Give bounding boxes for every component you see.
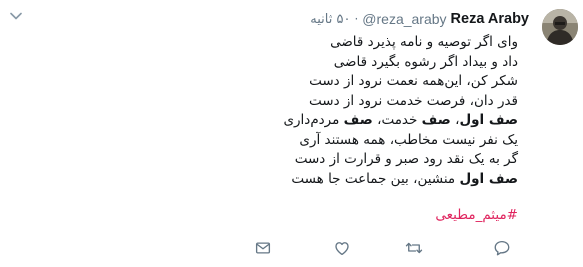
reply-icon — [494, 240, 510, 256]
tweet-text: وای اگر توصیه و نامه پذیرد قاضی داد و بید… — [98, 33, 518, 189]
tweet-text-segment: گر به یک نقد رود صبر و قرارت از دست — [294, 151, 518, 167]
tweet-actions — [0, 237, 583, 259]
tweet-header: Reza Araby @reza_araby · ۵۰ ثانیه — [310, 9, 529, 29]
tweet-text-segment: خدمت، — [372, 112, 422, 128]
tweet-text-segment: مردم‌داری — [283, 112, 344, 128]
tweet-text-segment: قدر دان، فرصت خدمت نرود از دست — [309, 92, 518, 109]
tweet-bold-text: صف اول — [459, 112, 518, 128]
tweet-timestamp[interactable]: ۵۰ ثانیه — [310, 12, 350, 27]
avatar[interactable] — [542, 9, 578, 45]
retweet-icon — [405, 242, 423, 254]
tweet-text-segment: وای اگر توصیه و نامه پذیرد قاضی — [330, 34, 518, 50]
tweet-text-segment: منشین، بین جماعت جا هست — [291, 170, 460, 187]
tweet-line: وای اگر توصیه و نامه پذیرد قاضی — [98, 33, 518, 53]
tweet-bold-text: صف — [343, 112, 373, 128]
tweet-line: گر به یک نقد رود صبر و قرارت از دست — [98, 150, 518, 170]
tweet-line: قدر دان، فرصت خدمت نرود از دست — [98, 92, 518, 112]
heart-icon — [335, 242, 349, 256]
header-separator: · — [354, 12, 359, 26]
chevron-down-icon[interactable] — [9, 10, 23, 22]
tweet-text-segment: داد و بیداد اگر رشوه بگیرد قاضی — [333, 53, 518, 70]
hashtag-link[interactable]: #میثم_مطیعی — [435, 207, 518, 223]
tweet-line: صف اول منشین، بین جماعت جا هست — [98, 170, 518, 190]
tweet-line: صف اول، صف خدمت، صف مردم‌داری — [98, 111, 518, 131]
tweet-text-segment: شکر کن، این‌همه نعمت نرود از دست — [309, 73, 518, 89]
retweet-button[interactable] — [404, 239, 424, 257]
author-name[interactable]: Reza Araby — [451, 11, 529, 27]
tweet-line: داد و بیداد اگر رشوه بگیرد قاضی — [98, 53, 518, 73]
message-button[interactable] — [253, 239, 273, 257]
like-button[interactable] — [332, 239, 352, 257]
author-handle[interactable]: @reza_araby — [362, 11, 446, 27]
tweet-line: یک نفر نیست مخاطب، همه هستند آری — [98, 131, 518, 151]
tweet-bold-text: صف اول — [459, 170, 518, 187]
tweet-bold-text: صف — [421, 112, 451, 128]
envelope-icon — [255, 242, 271, 254]
reply-button[interactable] — [492, 239, 512, 257]
tweet-line: شکر کن، این‌همه نعمت نرود از دست — [98, 72, 518, 92]
tweet-text-segment: یک نفر نیست مخاطب، همه هستند آری — [299, 131, 518, 148]
